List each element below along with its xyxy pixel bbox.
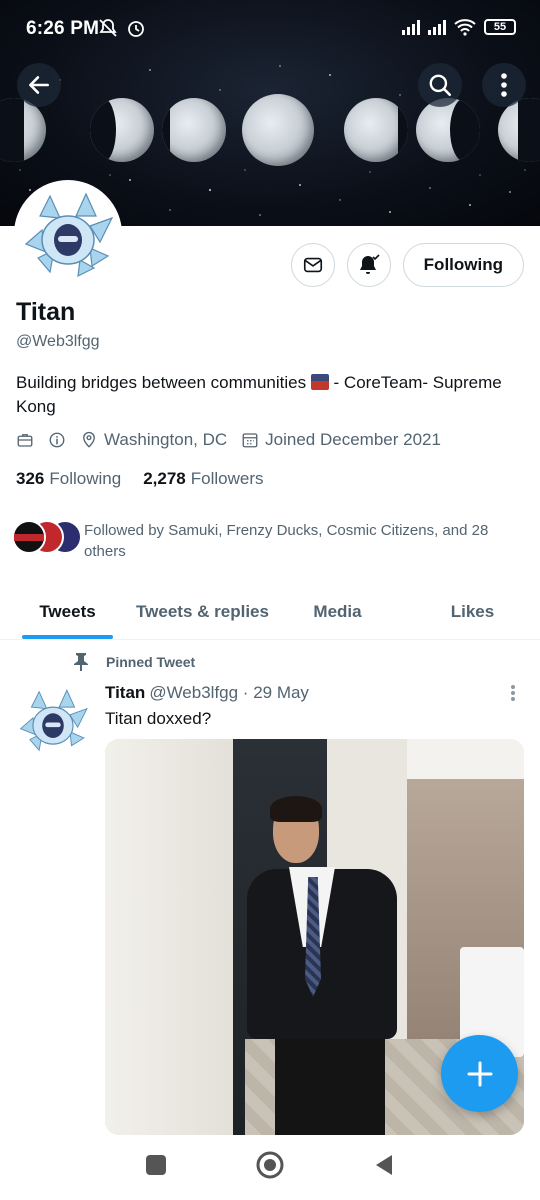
moon-phase-5 bbox=[344, 98, 408, 162]
status-bar: 6:26 PM 55 bbox=[0, 0, 540, 56]
tweet-author-avatar[interactable] bbox=[16, 684, 90, 758]
tab-likes[interactable]: Likes bbox=[405, 584, 540, 639]
following-count: 326 bbox=[16, 469, 45, 488]
wifi-icon bbox=[454, 19, 476, 36]
notifications-button[interactable] bbox=[346, 243, 391, 287]
status-time: 6:26 PM bbox=[26, 18, 100, 39]
pin-icon bbox=[70, 652, 92, 672]
pinned-tweet-label: Pinned Tweet bbox=[70, 652, 195, 672]
tweet-author-name[interactable]: Titan bbox=[105, 683, 145, 702]
profile-avatar[interactable] bbox=[14, 180, 122, 288]
compose-tweet-button[interactable] bbox=[441, 1035, 518, 1112]
briefcase-icon bbox=[17, 434, 33, 447]
info-icon bbox=[49, 432, 65, 448]
followed-by-avatars[interactable] bbox=[12, 520, 82, 554]
system-navigation-bar bbox=[0, 1135, 540, 1200]
follow-counts: 326 Following 2,278 Followers bbox=[16, 469, 263, 489]
photo-wall bbox=[105, 739, 245, 1135]
alarm-icon bbox=[128, 21, 144, 37]
recent-apps-button[interactable] bbox=[144, 1153, 168, 1182]
plus-icon bbox=[467, 1061, 492, 1086]
circle-home-icon bbox=[256, 1151, 284, 1179]
followers-count: 2,278 bbox=[143, 469, 186, 488]
profile-name: Titan bbox=[16, 298, 76, 326]
bell-check-icon bbox=[359, 254, 380, 274]
square-icon bbox=[145, 1155, 166, 1175]
tab-tweets-replies[interactable]: Tweets & replies bbox=[135, 584, 270, 639]
crystal-creature-icon bbox=[24, 192, 114, 278]
joined-item: Joined December 2021 bbox=[241, 430, 441, 450]
following-button[interactable]: Following bbox=[402, 243, 524, 287]
search-button[interactable] bbox=[418, 63, 462, 107]
back-nav-button[interactable] bbox=[372, 1153, 396, 1182]
search-icon bbox=[429, 74, 452, 97]
followers-count-link[interactable]: 2,278 Followers bbox=[143, 469, 263, 489]
battery-indicator: 55 bbox=[484, 19, 516, 35]
tweet-handle-date[interactable]: @Web3lfgg · 29 May bbox=[149, 683, 309, 702]
location-item: Washington, DC bbox=[80, 430, 227, 450]
follower-avatar-1 bbox=[12, 520, 46, 554]
more-vertical-icon bbox=[511, 685, 515, 701]
triangle-back-icon bbox=[376, 1155, 393, 1175]
pinned-text: Pinned Tweet bbox=[106, 654, 196, 670]
tweet-text: Titan doxxed? bbox=[105, 709, 212, 728]
crystal-creature-small-icon bbox=[19, 689, 88, 752]
status-icons-right: 55 bbox=[402, 18, 516, 36]
moon-phase-6 bbox=[416, 98, 480, 162]
professional-category[interactable] bbox=[16, 431, 34, 449]
samuki-logo-icon bbox=[14, 534, 44, 541]
following-label: Following bbox=[49, 469, 122, 488]
tab-media[interactable]: Media bbox=[270, 584, 405, 639]
followed-by-text[interactable]: Followed by Samuki, Frenzy Ducks, Cosmic… bbox=[84, 520, 524, 562]
profile-tabs: Tweets Tweets & replies Media Likes bbox=[0, 584, 540, 640]
signal-icon-2 bbox=[428, 19, 446, 35]
tweet-header: Titan @Web3lfgg · 29 May bbox=[105, 683, 309, 703]
calendar-icon bbox=[242, 433, 258, 448]
more-vertical-icon bbox=[501, 73, 507, 97]
tab-tweets[interactable]: Tweets bbox=[0, 584, 135, 639]
profile-actions: Following bbox=[290, 243, 524, 287]
moon-phase-4 bbox=[242, 94, 314, 166]
location-text: Washington, DC bbox=[104, 430, 228, 449]
bridge-emoji-icon bbox=[310, 374, 329, 390]
joined-text: Joined December 2021 bbox=[265, 430, 441, 449]
mute-bell-icon bbox=[99, 19, 117, 37]
followers-label: Followers bbox=[190, 469, 264, 488]
photo-person-hair bbox=[270, 796, 322, 822]
photo-person-legs bbox=[275, 1029, 385, 1135]
back-button[interactable] bbox=[17, 63, 61, 107]
following-count-link[interactable]: 326 Following bbox=[16, 469, 121, 489]
more-button[interactable] bbox=[482, 63, 526, 107]
moon-phase-3 bbox=[162, 98, 226, 162]
location-pin-icon bbox=[83, 431, 95, 448]
arrow-left-icon bbox=[29, 76, 49, 94]
home-button[interactable] bbox=[255, 1150, 285, 1185]
moon-phase-2 bbox=[90, 98, 154, 162]
tweet-more-button[interactable] bbox=[510, 684, 516, 707]
bio-text-start: Building bridges between communities bbox=[16, 373, 311, 392]
info-item[interactable] bbox=[48, 431, 66, 449]
status-icons-left bbox=[98, 18, 146, 38]
signal-icon bbox=[402, 19, 420, 35]
message-button[interactable] bbox=[290, 243, 335, 287]
envelope-icon bbox=[303, 257, 322, 273]
profile-bio: Building bridges between communities - C… bbox=[16, 371, 528, 419]
profile-handle: @Web3lfgg bbox=[16, 333, 100, 350]
profile-meta: Washington, DC Joined December 2021 bbox=[16, 430, 455, 450]
